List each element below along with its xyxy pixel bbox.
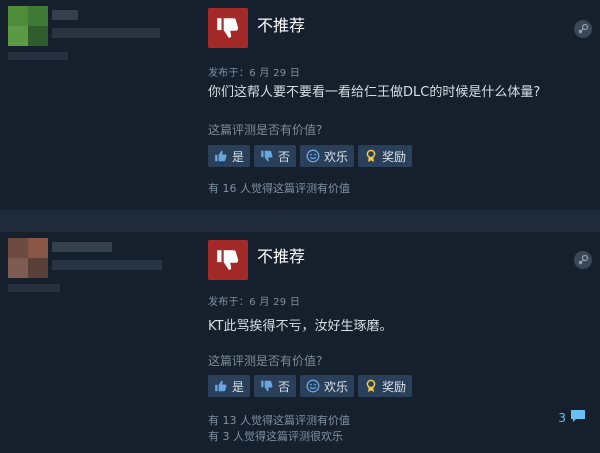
comments-link[interactable]: 3 — [558, 409, 586, 426]
vote-funny-button[interactable]: 欢乐 — [300, 145, 355, 167]
vote-funny-button[interactable]: 欢乐 — [300, 375, 355, 397]
review-content: 你们这帮人要不要看一看给仁王做DLC的时候是什么体量? — [208, 85, 541, 100]
reviewer-name-blurred[interactable] — [52, 10, 78, 20]
vote-no-button[interactable]: 否 — [254, 145, 297, 167]
award-button[interactable]: 奖励 — [358, 145, 413, 167]
vote-no-button[interactable]: 否 — [254, 375, 297, 397]
helpful-count: 有 13 人觉得这篇评测有价值 — [208, 414, 350, 427]
reviewer-info-blurred — [52, 28, 160, 38]
award-icon — [364, 379, 378, 393]
review-verdict: 不推荐 — [257, 16, 306, 35]
reviewer-stats-blurred — [8, 52, 68, 60]
steam-logo-icon — [574, 20, 592, 38]
avatar[interactable] — [8, 238, 48, 278]
vote-yes-button[interactable]: 是 — [208, 145, 251, 167]
funny-count: 有 3 人觉得这篇评测很欢乐 — [208, 430, 343, 443]
thumbs-down-icon — [208, 240, 248, 280]
posted-date: 发布于：6 月 29 日 — [208, 297, 301, 308]
thumbs-down-icon — [260, 149, 274, 163]
thumbs-down-icon — [260, 379, 274, 393]
smiley-icon — [306, 149, 320, 163]
thumbs-up-icon — [214, 379, 228, 393]
vote-funny-label: 欢乐 — [324, 379, 349, 394]
posted-date: 发布于：6 月 29 日 — [208, 68, 301, 79]
vote-no-label: 否 — [278, 379, 291, 394]
review-verdict: 不推荐 — [257, 247, 306, 266]
vote-yes-label: 是 — [232, 379, 245, 394]
reviewer-stats-blurred — [8, 284, 60, 292]
comment-count: 3 — [558, 410, 566, 425]
vote-buttons: 是 否 欢乐 奖励 — [208, 145, 413, 167]
review-card: 不推荐 发布于：6 月 29 日 KT此骂挨得不亏，汝好生琢磨。 这篇评测是否有… — [0, 232, 600, 453]
helpful-count: 有 16 人觉得这篇评测有价值 — [208, 182, 350, 195]
comment-bubble-icon — [570, 409, 586, 426]
helpful-question: 这篇评测是否有价值? — [208, 123, 323, 137]
vote-yes-label: 是 — [232, 149, 245, 164]
steam-logo-icon — [574, 251, 592, 269]
award-label: 奖励 — [382, 149, 407, 164]
review-card: 不推荐 发布于：6 月 29 日 你们这帮人要不要看一看给仁王做DLC的时候是什… — [0, 0, 600, 210]
reviewer-name-blurred[interactable] — [52, 242, 112, 252]
award-button[interactable]: 奖励 — [358, 375, 413, 397]
smiley-icon — [306, 379, 320, 393]
reviewer-profile[interactable] — [8, 6, 168, 62]
helpful-question: 这篇评测是否有价值? — [208, 354, 323, 368]
vote-funny-label: 欢乐 — [324, 149, 349, 164]
reviewer-profile[interactable] — [8, 238, 168, 294]
vote-yes-button[interactable]: 是 — [208, 375, 251, 397]
vote-no-label: 否 — [278, 149, 291, 164]
thumbs-up-icon — [214, 149, 228, 163]
award-icon — [364, 149, 378, 163]
thumbs-down-icon — [208, 8, 248, 48]
reviewer-info-blurred — [52, 260, 162, 270]
vote-buttons: 是 否 欢乐 奖励 — [208, 375, 413, 397]
review-separator — [0, 210, 600, 232]
avatar[interactable] — [8, 6, 48, 46]
award-label: 奖励 — [382, 379, 407, 394]
review-content: KT此骂挨得不亏，汝好生琢磨。 — [208, 319, 393, 334]
